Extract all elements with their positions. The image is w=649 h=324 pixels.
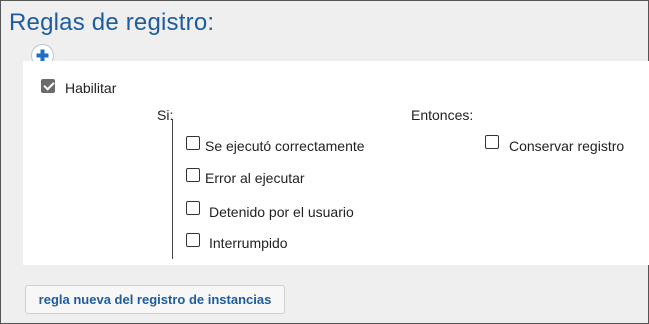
condition-label-interrupted: Interrumpido: [209, 235, 288, 251]
condition-checkbox-interrupted[interactable]: [186, 233, 200, 247]
new-instance-log-rule-button[interactable]: regla nueva del registro de instancias: [25, 285, 285, 314]
action-label-keep-log: Conservar registro: [509, 138, 625, 154]
rule-panel: Habilitar Si: Entonces: Se ejecutó corre…: [23, 61, 649, 265]
condition-checkbox-success[interactable]: [186, 136, 200, 150]
condition-checkbox-error[interactable]: [186, 168, 200, 182]
condition-checkbox-stopped[interactable]: [186, 201, 200, 215]
enable-checkbox[interactable]: [41, 79, 55, 93]
condition-label-success: Se ejecutó correctamente: [205, 138, 365, 154]
action-checkbox-keep-log[interactable]: [485, 135, 499, 149]
page-title: Reglas de registro:: [9, 9, 215, 36]
then-label: Entonces:: [411, 107, 474, 123]
enable-label: Habilitar: [65, 80, 117, 96]
if-label: Si:: [157, 107, 174, 123]
condition-label-stopped: Detenido por el usuario: [209, 204, 354, 220]
conditions-divider: [172, 119, 173, 259]
condition-label-error: Error al ejecutar: [205, 170, 305, 186]
